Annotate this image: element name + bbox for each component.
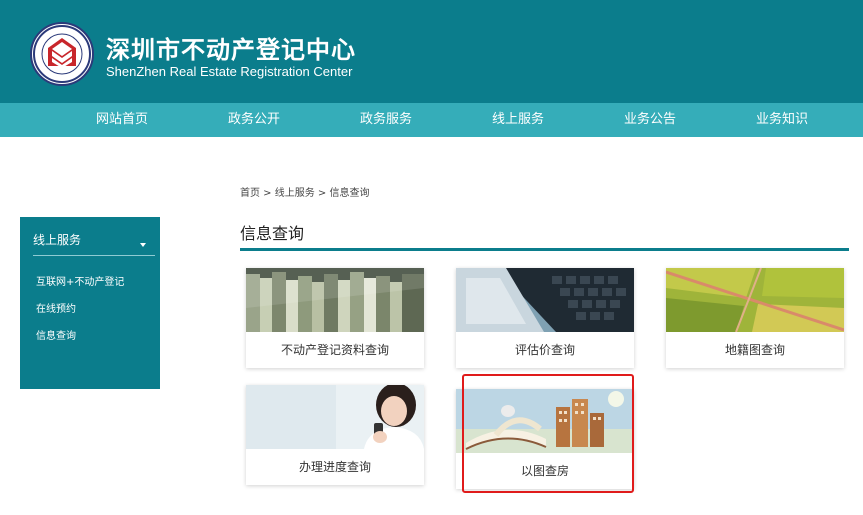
sidebar-item-online-booking[interactable]: 在线预约 bbox=[36, 300, 76, 315]
page-title: 信息查询 bbox=[240, 224, 305, 243]
card-label: 不动产登记资料查询 bbox=[280, 343, 389, 357]
site-title: 深圳市不动产登记中心 bbox=[106, 36, 356, 64]
sidebar-heading[interactable]: 线上服务 bbox=[20, 217, 160, 253]
woman-with-phone-image bbox=[246, 385, 424, 449]
breadcrumb[interactable]: 首页 > 线上服务 > 信息查询 bbox=[240, 184, 369, 199]
sidebar-item-info-query[interactable]: 信息查询 bbox=[36, 327, 76, 342]
laptop-keyboard-image bbox=[456, 268, 634, 332]
sidebar-heading-label: 线上服务 bbox=[33, 233, 82, 247]
site-subtitle: ShenZhen Real Estate Registration Center bbox=[106, 64, 353, 79]
title-divider bbox=[240, 248, 849, 251]
main-nav: 网站首页 政务公开 政务服务 线上服务 业务公告 业务知识 bbox=[0, 103, 863, 137]
card-registration-records-query[interactable]: 不动产登记资料查询 bbox=[246, 268, 424, 368]
book-and-buildings-image bbox=[456, 389, 634, 453]
card-progress-query[interactable]: 办理进度查询 bbox=[246, 385, 424, 485]
card-map-house-search[interactable]: 以图查房 bbox=[456, 389, 634, 489]
file-folders-image bbox=[246, 268, 424, 332]
nav-knowledge[interactable]: 业务知识 bbox=[727, 103, 837, 137]
sidebar-item-internet-registration[interactable]: 互联网+不动产登记 bbox=[36, 273, 124, 288]
sidebar-divider bbox=[33, 255, 155, 256]
card-label: 地籍图查询 bbox=[724, 343, 785, 357]
aerial-farmland-image bbox=[666, 268, 844, 332]
card-label: 办理进度查询 bbox=[298, 460, 371, 474]
registration-seal-icon[interactable] bbox=[30, 22, 94, 86]
card-label: 以图查房 bbox=[520, 464, 569, 478]
sidebar: 线上服务 互联网+不动产登记 在线预约 信息查询 bbox=[20, 217, 160, 389]
nav-gov-open[interactable]: 政务公开 bbox=[199, 103, 309, 137]
card-assessed-price-query[interactable]: 评估价查询 bbox=[456, 268, 634, 368]
nav-gov-services[interactable]: 政务服务 bbox=[331, 103, 441, 137]
card-cadastral-map-query[interactable]: 地籍图查询 bbox=[666, 268, 844, 368]
caret-down-icon bbox=[140, 243, 146, 247]
nav-announcements[interactable]: 业务公告 bbox=[595, 103, 705, 137]
site-header: 深圳市不动产登记中心 ShenZhen Real Estate Registra… bbox=[0, 0, 863, 103]
nav-home[interactable]: 网站首页 bbox=[67, 103, 177, 137]
nav-online-services[interactable]: 线上服务 bbox=[463, 103, 573, 137]
card-label: 评估价查询 bbox=[514, 343, 575, 357]
